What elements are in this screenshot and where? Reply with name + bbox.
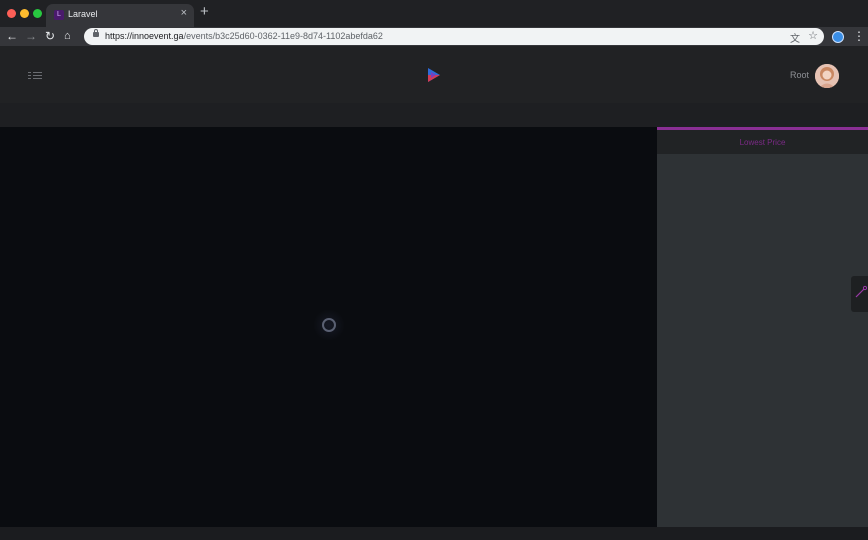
home-icon[interactable]: ⌂ [64, 27, 71, 46]
laravel-favicon-icon: L [54, 10, 64, 20]
window-minimize-icon[interactable] [20, 9, 29, 18]
lowest-price-title[interactable]: Lowest Price [657, 138, 868, 147]
user-name[interactable]: Root [790, 70, 809, 80]
url-path: /events/b3c25d60-0362-11e9-8d74-1102abef… [183, 31, 383, 41]
avatar[interactable] [815, 64, 839, 88]
back-arrow-icon[interactable]: ← [6, 27, 18, 46]
browser-toolbar: ← → ↻ ⌂ https://innoevent.ga/events/b3c2… [0, 27, 868, 46]
side-panel: Lowest Price [657, 127, 868, 527]
forward-arrow-icon[interactable]: → [25, 27, 37, 46]
window-maximize-icon[interactable] [33, 9, 42, 18]
window-close-icon[interactable] [7, 9, 16, 18]
extension-icon[interactable] [832, 31, 844, 43]
main-content-panel [0, 127, 657, 527]
lock-icon[interactable] [93, 29, 99, 37]
browser-tab[interactable]: L Laravel × [46, 4, 194, 27]
side-panel-header: Lowest Price [657, 130, 868, 154]
settings-wand-icon [855, 285, 867, 298]
browser-menu-icon[interactable]: ⋮ [853, 27, 865, 46]
app-logo-icon[interactable] [426, 67, 442, 83]
sub-navigation-bar [0, 103, 868, 127]
tab-title: Laravel [68, 9, 98, 19]
avatar-portrait-icon [815, 64, 839, 88]
url-host: https://innoevent.ga [105, 31, 184, 41]
address-url[interactable]: https://innoevent.ga/events/b3c25d60-036… [105, 31, 383, 41]
browser-tab-strip: L Laravel × + [0, 0, 868, 27]
list-menu-icon[interactable] [28, 72, 42, 80]
address-bar[interactable]: https://innoevent.ga/events/b3c25d60-036… [84, 28, 824, 45]
reload-icon[interactable]: ↻ [45, 27, 55, 46]
bookmark-star-icon[interactable]: ☆ [808, 29, 818, 42]
settings-side-tab[interactable] [851, 276, 868, 312]
tab-close-icon[interactable]: × [181, 7, 187, 19]
new-tab-button[interactable]: + [200, 3, 209, 20]
app-header: Root [0, 46, 868, 103]
footer-bar [0, 527, 868, 540]
translate-icon[interactable]: 文 [790, 30, 800, 45]
loading-spinner-icon [313, 309, 345, 341]
